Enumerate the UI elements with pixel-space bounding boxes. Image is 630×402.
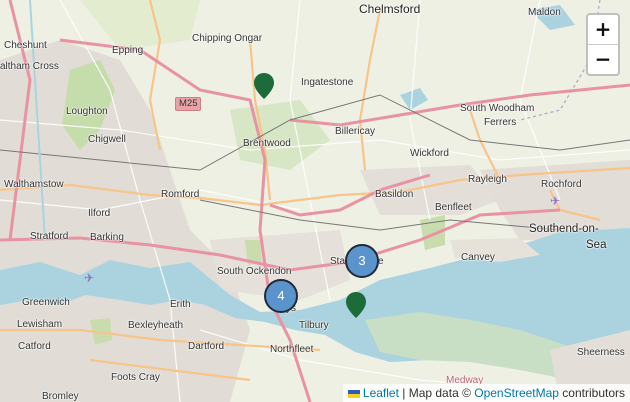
place-label-bromley: Bromley [42, 391, 79, 402]
attribution-bar: Leaflet | Map data © OpenStreetMap contr… [342, 384, 630, 402]
place-label-benfleet: Benfleet [435, 202, 472, 213]
road-shield-m25: M25 [175, 97, 202, 111]
map-container[interactable]: ✈ ✈ Chelmsford Maldon Cheshunt altham Cr… [0, 0, 630, 402]
place-label-lewisham: Lewisham [17, 319, 63, 330]
place-label-south-woodham: South Woodham [460, 103, 535, 114]
map-marker-icon[interactable] [345, 291, 367, 319]
place-label-northfleet: Northfleet [270, 344, 314, 355]
place-label-rochford: Rochford [541, 179, 582, 190]
place-label-walthamstow: Walthamstow [4, 179, 64, 190]
place-label-catford: Catford [18, 341, 51, 352]
place-label-loughton: Loughton [66, 106, 108, 117]
place-label-basildon: Basildon [375, 189, 414, 200]
place-label-maldon: Maldon [528, 7, 561, 18]
place-label-bexleyheath: Bexleyheath [128, 320, 184, 331]
place-label-billericay: Billericay [335, 126, 376, 137]
svg-text:✈: ✈ [550, 194, 560, 208]
place-label-erith: Erith [170, 299, 191, 310]
map-marker-icon[interactable] [253, 72, 275, 100]
place-label-barking: Barking [90, 232, 124, 243]
place-label-epping: Epping [112, 45, 144, 56]
place-label-south-ockendon: South Ockendon [217, 266, 292, 277]
base-map-tiles: ✈ ✈ [0, 0, 630, 402]
place-label-chipping-ongar: Chipping Ongar [192, 33, 263, 44]
place-label-ilford: Ilford [88, 208, 111, 219]
attribution-separator: | Map data © [398, 386, 475, 400]
place-label-ingatestone: Ingatestone [301, 77, 354, 88]
place-label-chigwell: Chigwell [88, 134, 126, 145]
zoom-out-button[interactable]: − [588, 44, 618, 74]
place-label-stratford: Stratford [30, 231, 69, 242]
leaflet-link[interactable]: Leaflet [363, 386, 399, 400]
place-label-brentwood: Brentwood [243, 138, 291, 149]
attribution-suffix: contributors [558, 386, 625, 400]
marker-cluster[interactable]: 4 [264, 279, 298, 313]
place-label-chelmsford: Chelmsford [359, 2, 421, 16]
svg-text:✈: ✈ [84, 271, 94, 285]
place-label-cheshunt: Cheshunt [4, 40, 47, 51]
place-label-waltham-cross: altham Cross [0, 61, 59, 72]
place-label-greenwich: Greenwich [22, 297, 70, 308]
place-label-ferrers: Ferrers [484, 117, 517, 128]
place-label-rayleigh: Rayleigh [468, 174, 507, 185]
place-label-dartford: Dartford [188, 341, 225, 352]
place-label-southend: Southend-on- [529, 223, 599, 235]
place-label-romford: Romford [161, 189, 200, 200]
ukraine-flag-icon [347, 390, 360, 398]
place-label-stanford: Sta [330, 256, 346, 267]
place-label-canvey: Canvey [461, 252, 495, 263]
place-label-sea: Sea [586, 239, 607, 251]
marker-cluster[interactable]: 3 [345, 244, 379, 278]
zoom-in-button[interactable]: + [588, 15, 618, 44]
place-label-wickford: Wickford [410, 148, 449, 159]
place-label-sheerness: Sheerness [577, 347, 625, 358]
openstreetmap-link[interactable]: OpenStreetMap [474, 386, 559, 400]
place-label-foots-cray: Foots Cray [111, 372, 160, 383]
zoom-control: + − [586, 13, 620, 76]
place-label-tilbury: Tilbury [299, 320, 329, 331]
